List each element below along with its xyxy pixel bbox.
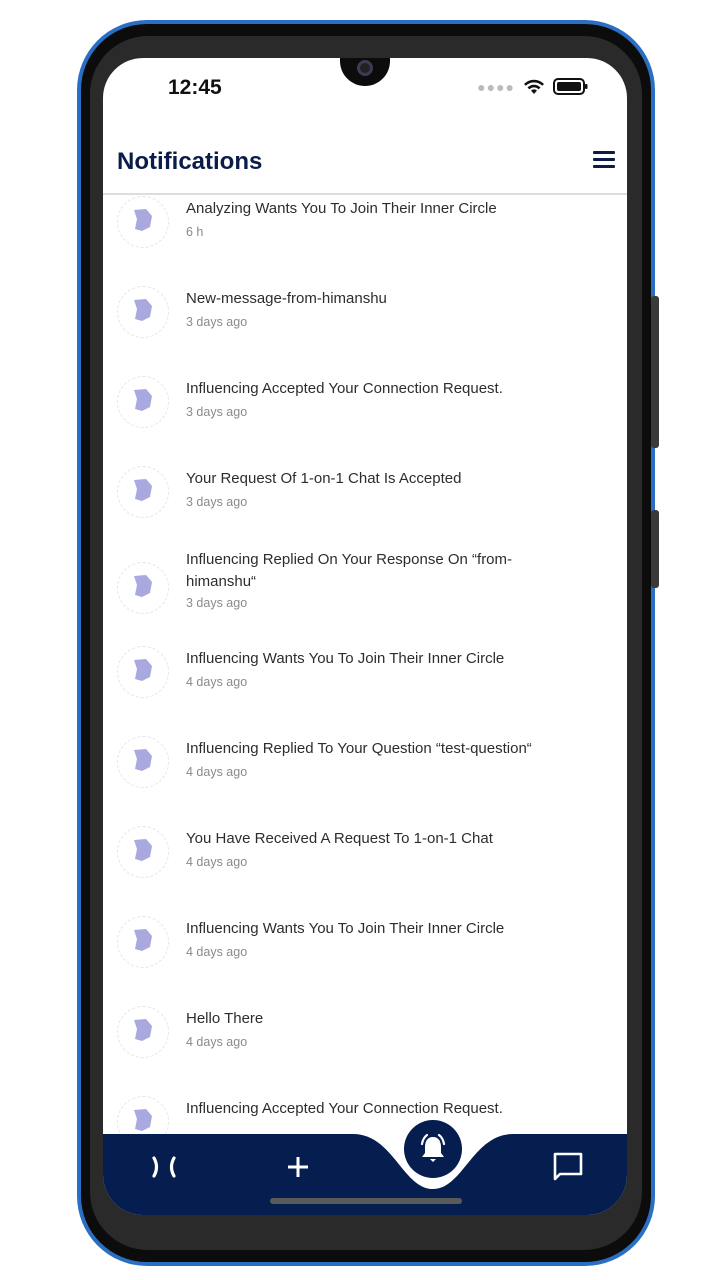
notification-item[interactable]: New-message-from-himanshu 3 days ago bbox=[103, 286, 627, 376]
avatar bbox=[117, 826, 169, 878]
avatar bbox=[117, 196, 169, 248]
volume-button bbox=[651, 296, 659, 448]
notification-item[interactable]: Influencing Replied To Your Question “te… bbox=[103, 736, 627, 826]
notification-title: Analyzing Wants You To Join Their Inner … bbox=[186, 200, 497, 217]
battery-icon bbox=[553, 78, 588, 95]
hamburger-menu-icon[interactable] bbox=[593, 151, 615, 172]
home-indicator[interactable] bbox=[270, 1198, 462, 1204]
notification-title: You Have Received A Request To 1-on-1 Ch… bbox=[186, 830, 493, 847]
notification-title: Influencing Replied On Your Response On … bbox=[186, 551, 513, 590]
avatar bbox=[117, 562, 169, 614]
notification-time: 4 days ago bbox=[186, 1035, 248, 1049]
notification-item[interactable]: Hello There 4 days ago bbox=[103, 1006, 627, 1096]
avatar bbox=[117, 916, 169, 968]
notification-title: Influencing Replied To Your Question “te… bbox=[186, 740, 532, 757]
avatar bbox=[117, 1006, 169, 1058]
status-icons: ●●●● bbox=[477, 78, 589, 95]
notification-time: 3 days ago bbox=[186, 495, 248, 509]
bell-icon bbox=[420, 1133, 446, 1162]
notification-time: 6 h bbox=[186, 225, 204, 239]
camera bbox=[357, 60, 373, 76]
avatar bbox=[117, 466, 169, 518]
avatar bbox=[117, 376, 169, 428]
notification-title: Your Request Of 1-on-1 Chat Is Accepted bbox=[186, 470, 462, 487]
screen: 12:45 ●●●● Notifications Analyzing Wants… bbox=[103, 58, 627, 1215]
notification-time: 4 days ago bbox=[186, 675, 248, 689]
notification-item[interactable]: Your Request Of 1-on-1 Chat Is Accepted … bbox=[103, 466, 627, 556]
add-icon[interactable] bbox=[286, 1155, 310, 1179]
page-title: Notifications bbox=[117, 148, 263, 175]
notification-title: Influencing Accepted Your Connection Req… bbox=[186, 380, 503, 397]
status-time: 12:45 bbox=[168, 76, 222, 99]
wifi-icon bbox=[524, 79, 544, 94]
power-button bbox=[651, 510, 659, 588]
notification-time: 4 days ago bbox=[186, 855, 248, 869]
notification-time: 3 days ago bbox=[186, 596, 248, 610]
notifications-tab[interactable] bbox=[404, 1120, 462, 1178]
chat-icon[interactable] bbox=[552, 1151, 584, 1183]
notification-title: New-message-from-himanshu bbox=[186, 290, 387, 307]
notification-item[interactable]: Influencing Wants You To Join Their Inne… bbox=[103, 916, 627, 1006]
notification-title: Influencing Accepted Your Connection Req… bbox=[186, 1100, 503, 1117]
notification-title: Influencing Wants You To Join Their Inne… bbox=[186, 920, 505, 937]
avatar bbox=[117, 736, 169, 788]
notification-item[interactable]: Influencing Wants You To Join Their Inne… bbox=[103, 646, 627, 736]
avatar bbox=[117, 646, 169, 698]
notification-time: 4 days ago bbox=[186, 945, 248, 959]
notification-item[interactable]: Analyzing Wants You To Join Their Inner … bbox=[103, 196, 627, 286]
notification-time: 3 days ago bbox=[186, 405, 248, 419]
notification-item[interactable]: You Have Received A Request To 1-on-1 Ch… bbox=[103, 826, 627, 916]
notification-time: 4 days ago bbox=[186, 765, 248, 779]
notification-title: Influencing Wants You To Join Their Inne… bbox=[186, 650, 505, 667]
notification-item[interactable]: Influencing Replied On Your Response On … bbox=[103, 550, 627, 638]
app-header: Notifications bbox=[103, 133, 627, 195]
notification-item[interactable]: Influencing Accepted Your Connection Req… bbox=[103, 376, 627, 466]
dots-icon: ●●●● bbox=[477, 78, 515, 95]
avatar bbox=[117, 286, 169, 338]
notification-title: Hello There bbox=[186, 1010, 264, 1027]
notification-time: 3 days ago bbox=[186, 315, 248, 329]
home-icon[interactable] bbox=[151, 1155, 177, 1179]
